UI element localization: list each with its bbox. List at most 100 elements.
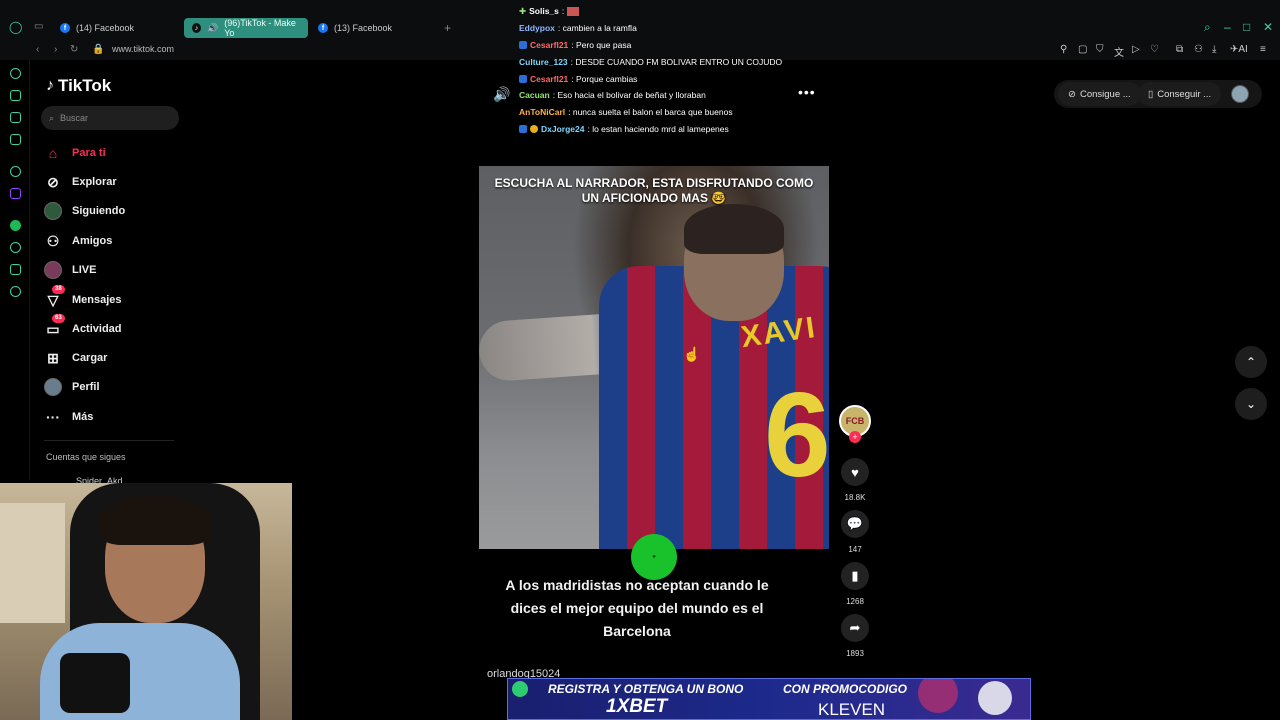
video-description: A los madridistas no aceptan cuando le d…	[505, 577, 769, 639]
heart-icon[interactable]: ♡	[1150, 44, 1159, 55]
prime-badge-icon	[519, 74, 527, 83]
chatgpt-icon[interactable]	[10, 166, 21, 177]
screenshot-icon[interactable]: ▢	[1078, 44, 1087, 55]
menu-icon[interactable]: ≡	[1260, 44, 1266, 55]
user-avatar[interactable]	[1231, 85, 1249, 103]
ad-promo-code: KLEVEN	[818, 700, 886, 719]
tab-list-icon[interactable]: ▭	[34, 21, 43, 32]
badge-icon: ✚	[519, 5, 527, 16]
back-icon[interactable]: ‹	[36, 44, 39, 55]
sidebar-item-cargar[interactable]: ⊞ Cargar	[44, 349, 107, 367]
facebook-icon: f	[318, 23, 328, 33]
extensions-icon[interactable]: ⧉	[1176, 44, 1183, 55]
sub-badge-icon	[530, 124, 538, 133]
following-avatar	[44, 202, 62, 220]
minimize-icon[interactable]: –	[1224, 20, 1231, 34]
messages-badge: 38	[52, 285, 65, 294]
webcam-shelf	[0, 503, 65, 623]
speed-dial-icon[interactable]	[10, 68, 21, 79]
sidebar-item-live[interactable]: LIVE	[44, 261, 96, 279]
search-input[interactable]: ⌕ Buscar	[41, 106, 179, 130]
chat-message: DxJorge24: lo estan haciendo mrd al lame…	[519, 121, 859, 138]
tiktok-icon: ♪	[192, 23, 201, 33]
live-icon	[44, 261, 62, 279]
tiktok-logo[interactable]: ♪ TikTok	[46, 76, 111, 96]
shield-icon[interactable]: ⛉	[1096, 44, 1104, 55]
chevron-down-icon: ⌄	[1245, 397, 1257, 411]
sidebar-divider	[44, 440, 174, 441]
maximize-icon[interactable]: □	[1243, 20, 1250, 34]
chevron-up-icon: ⌃	[1245, 355, 1257, 369]
ad-decoration	[512, 681, 528, 697]
more-options-icon[interactable]: •••	[798, 84, 816, 100]
like-count: 18.8K	[844, 493, 866, 502]
save-button[interactable]: ▮	[841, 562, 869, 590]
video-player[interactable]: XAVI 6 ESCUCHA AL NARRADOR, ESTA DISFRUT…	[479, 166, 829, 549]
follow-plus-icon[interactable]: +	[849, 431, 861, 443]
play-icon[interactable]: ▷	[1132, 44, 1140, 55]
compass-icon: ⊘	[47, 173, 59, 190]
url-text[interactable]: www.tiktok.com	[112, 44, 174, 54]
next-video-button[interactable]: ⌄	[1235, 388, 1267, 420]
sidebar-item-explorar[interactable]: ⊘ Explorar	[44, 173, 117, 191]
mail-icon[interactable]	[10, 134, 21, 145]
reload-icon[interactable]: ↻	[70, 44, 78, 55]
new-tab-button[interactable]: +	[436, 18, 459, 38]
sidebar-item-siguiendo[interactable]: Siguiendo	[44, 202, 125, 220]
history-icon[interactable]	[10, 242, 21, 253]
tab-tiktok[interactable]: ♪ 🔊 (96)TikTok - Make Yo	[184, 18, 308, 38]
pin-icon[interactable]: ⚲	[1060, 44, 1067, 55]
sidebar-item-mas[interactable]: ··· Más	[44, 408, 93, 426]
ad-banner: REGISTRA Y OBTENGA UN BONO 1XBET CON PRO…	[507, 678, 1031, 720]
like-button[interactable]: ♥	[841, 458, 869, 486]
volume-icon[interactable]: 🔊	[493, 86, 510, 103]
bookmark-icon: ▮	[851, 568, 859, 583]
get-app-button[interactable]: ▯ Conseguir ...	[1138, 82, 1222, 106]
twitch-icon[interactable]	[10, 188, 21, 199]
sidebar-item-amigos[interactable]: ⚇ Amigos	[44, 232, 113, 250]
activity-badge: 63	[52, 314, 65, 323]
get-coins-button[interactable]: ⊘ Consigue ...	[1058, 82, 1141, 106]
emote-icon	[567, 6, 580, 16]
tab-facebook-1[interactable]: f (14) Facebook	[52, 18, 142, 38]
ad-robot-icon	[978, 681, 1012, 715]
speaker-icon: 🔊	[207, 22, 219, 33]
chat-message: Eddypox: cambien a la ramfla	[519, 23, 637, 34]
video-caption: ESCUCHA AL NARRADOR, ESTA DISFRUTANDO CO…	[494, 176, 814, 205]
ai-icon[interactable]: ✈AI	[1230, 44, 1248, 55]
webcam-microphone	[60, 653, 130, 713]
spotify-icon[interactable]	[10, 220, 21, 231]
sidebar-item-perfil[interactable]: Perfil	[44, 378, 100, 396]
extensions-rail-icon[interactable]	[10, 264, 21, 275]
jersey-number: 6	[764, 368, 829, 502]
download-icon[interactable]: ⤓	[1212, 44, 1216, 55]
search-icon[interactable]: ⌕	[1204, 20, 1211, 35]
notes-icon[interactable]	[10, 112, 21, 123]
sidebar-item-actividad[interactable]: ▭ 63 Actividad	[44, 314, 122, 338]
translate-icon[interactable]: 文	[1114, 44, 1124, 59]
facebook-icon: f	[60, 23, 70, 33]
profile-avatar	[44, 378, 62, 396]
bookmarks-icon[interactable]	[10, 90, 21, 101]
activity-icon: ▭ 63	[44, 314, 65, 338]
share-button[interactable]: ➦	[841, 614, 869, 642]
forward-icon[interactable]: ›	[54, 44, 57, 55]
prime-badge-icon	[519, 40, 527, 49]
home-icon: ⌂	[48, 145, 58, 161]
sidebar-item-mensajes[interactable]: ▽ 38 Mensajes	[44, 285, 122, 309]
lock-icon: 🔒	[92, 44, 105, 55]
share-icon: ➦	[849, 620, 861, 635]
account-icon[interactable]: ⚇	[1194, 44, 1203, 55]
comment-icon: 💬	[846, 516, 864, 531]
ad-brand: 1XBET	[606, 696, 668, 717]
settings-icon[interactable]	[10, 286, 21, 297]
tab-facebook-2[interactable]: f (13) Facebook	[310, 18, 400, 38]
chat-message: ✚ Solis_s:	[519, 3, 859, 20]
close-icon[interactable]: ✕	[1263, 20, 1273, 34]
chat-message: AnToNiCarl: nunca suelta el balon el bar…	[519, 107, 733, 118]
browser-menu-icon[interactable]: ◯	[9, 20, 22, 34]
upload-icon: ⊞	[47, 349, 59, 366]
sidebar-item-para-ti[interactable]: ⌂ Para ti	[44, 144, 106, 162]
comment-button[interactable]: 💬	[841, 510, 869, 538]
previous-video-button[interactable]: ⌃	[1235, 346, 1267, 378]
